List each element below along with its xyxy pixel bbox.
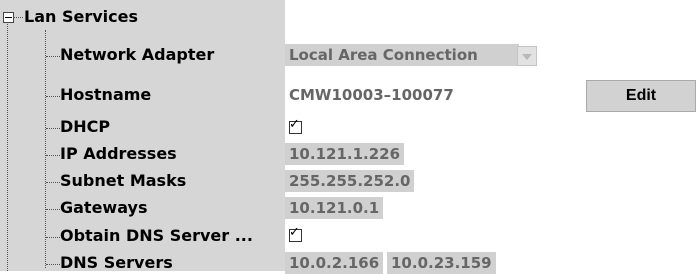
dhcp-label: DHCP (60, 117, 111, 136)
hostname-value: CMW10003–100077 (289, 86, 454, 104)
tree-connector (46, 209, 60, 210)
network-adapter-select[interactable]: Local Area Connection (285, 44, 519, 66)
hostname-label: Hostname (60, 85, 152, 104)
ip-address-value[interactable]: 10.121.1.226 (285, 143, 405, 165)
tree-connector (46, 128, 60, 129)
obtain-dns-checkbox[interactable]: ✓ (289, 225, 302, 242)
subnet-masks-label: Subnet Masks (60, 171, 187, 190)
tree-guide-line (45, 30, 46, 268)
tree-guide-line (7, 22, 8, 271)
tree-connector (46, 237, 60, 238)
dns-servers-label: DNS Servers (60, 253, 173, 272)
tree-connector (46, 182, 60, 183)
tree-connector (46, 56, 60, 57)
network-adapter-label: Network Adapter (60, 45, 215, 64)
edit-button[interactable]: Edit (586, 80, 696, 112)
tree-connector (13, 17, 23, 18)
tree-connector (46, 96, 60, 97)
obtain-dns-label: Obtain DNS Server ... (60, 226, 253, 245)
chevron-down-icon[interactable] (517, 46, 537, 66)
subnet-mask-value[interactable]: 255.255.252.0 (285, 170, 415, 192)
tree-connector (46, 155, 60, 156)
tree-root-label[interactable]: Lan Services (24, 7, 138, 27)
ip-addresses-label: IP Addresses (60, 144, 177, 163)
dhcp-checkbox[interactable]: ✓ (289, 117, 302, 134)
gateway-value[interactable]: 10.121.0.1 (285, 197, 384, 219)
check-icon: ✓ (289, 225, 300, 240)
tree-connector (46, 264, 60, 265)
check-icon: ✓ (289, 117, 300, 132)
gateways-label: Gateways (60, 198, 148, 217)
